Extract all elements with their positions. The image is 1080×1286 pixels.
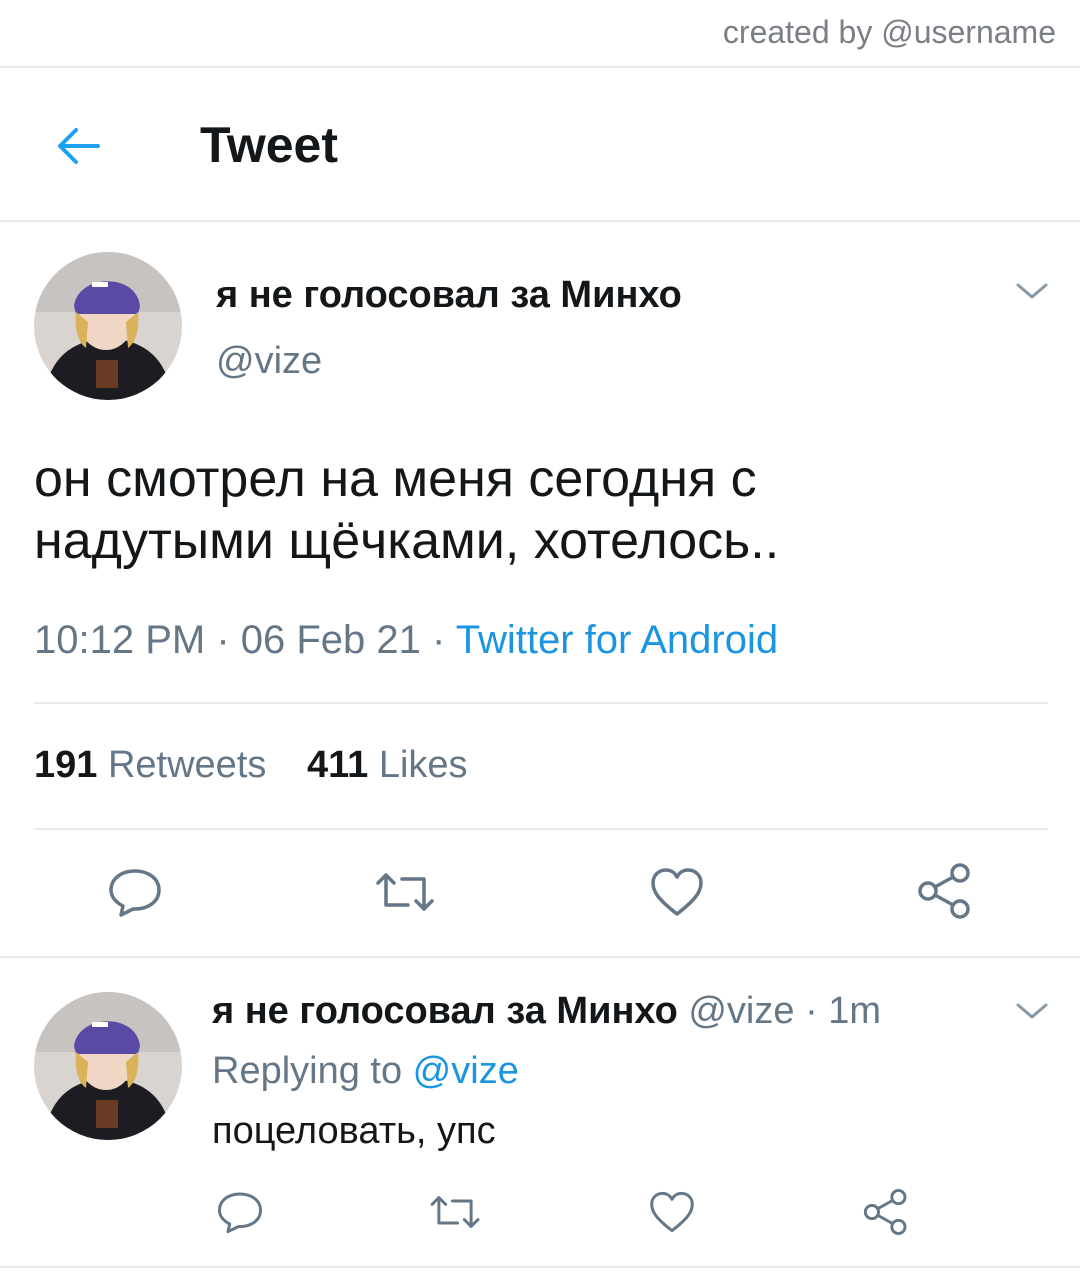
arrow-left-icon: [54, 126, 102, 171]
share-button[interactable]: [910, 860, 980, 926]
retweet-icon: [372, 867, 438, 922]
avatar[interactable]: [34, 252, 182, 400]
share-icon: [916, 861, 974, 926]
retweet-icon: [427, 1190, 483, 1239]
replying-to: Replying to @vize: [212, 1050, 519, 1093]
divider: [34, 828, 1048, 830]
likes-label: Likes: [378, 744, 468, 786]
reply-header: я не голосовал за Минхо @vize · 1m: [212, 990, 881, 1033]
tweet-source-link[interactable]: Twitter for Android: [456, 618, 778, 662]
top-bar: Tweet: [0, 68, 1080, 222]
reply-button[interactable]: [100, 862, 170, 926]
chevron-down-icon: [1015, 1001, 1049, 1026]
divider: [0, 1266, 1080, 1268]
divider: [0, 956, 1080, 958]
tweet-text-line: он смотрел на меня сегодня с: [34, 450, 757, 508]
retweets-count: 191: [34, 744, 98, 786]
tweet-date: 06 Feb 21: [240, 618, 421, 662]
back-button[interactable]: [46, 120, 110, 176]
likes-stat[interactable]: 411 Likes: [307, 744, 468, 786]
divider: [34, 702, 1048, 704]
heart-icon: [648, 1190, 696, 1239]
chevron-down-icon: [1015, 281, 1049, 306]
retweet-button[interactable]: [368, 862, 442, 926]
reply-share-button[interactable]: [858, 1184, 914, 1244]
retweets-label: Retweets: [107, 744, 267, 786]
reply-icon: [216, 1190, 264, 1239]
watermark-text: created by @username: [722, 14, 1056, 50]
author-handle[interactable]: @vize: [216, 340, 322, 383]
share-icon: [862, 1187, 910, 1242]
reply-author-handle[interactable]: @vize: [688, 990, 794, 1032]
like-button[interactable]: [642, 862, 712, 926]
replying-label: Replying to: [212, 1050, 413, 1092]
reply-author-name[interactable]: я не голосовал за Минхо: [212, 990, 678, 1032]
meta-separator: ·: [205, 618, 241, 662]
meta-separator: ·: [420, 618, 456, 662]
tweet-text: он смотрел на меня сегодня с надутыми щё…: [34, 448, 1044, 572]
replying-to-link[interactable]: @vize: [413, 1050, 519, 1092]
likes-count: 411: [306, 744, 369, 786]
reply-retweet-button[interactable]: [424, 1186, 486, 1242]
heart-icon: [649, 866, 705, 923]
reply-text: поцеловать, упс: [212, 1110, 496, 1152]
page-title: Tweet: [200, 117, 338, 173]
reply-reply-button[interactable]: [212, 1186, 268, 1242]
tweet-meta: 10:12 PM · 06 Feb 21 · Twitter for Andro…: [34, 618, 778, 663]
tweet-text-line: надутыми щёчками, хотелось..: [34, 512, 780, 570]
divider: [0, 220, 1080, 222]
author-name[interactable]: я не голосовал за Минхо: [216, 274, 682, 317]
more-options-button[interactable]: [1012, 278, 1052, 308]
tweet-stats: 191 Retweets 411 Likes: [34, 744, 498, 787]
retweets-stat[interactable]: 191 Retweets: [34, 744, 266, 786]
reply-avatar[interactable]: [34, 992, 182, 1140]
reply-time: 1m: [828, 990, 882, 1032]
tweet-time: 10:12 PM: [34, 618, 206, 662]
reply-separator: ·: [794, 990, 829, 1032]
reply-icon: [107, 867, 163, 922]
reply-like-button[interactable]: [644, 1186, 700, 1242]
reply-more-options-button[interactable]: [1012, 998, 1052, 1028]
